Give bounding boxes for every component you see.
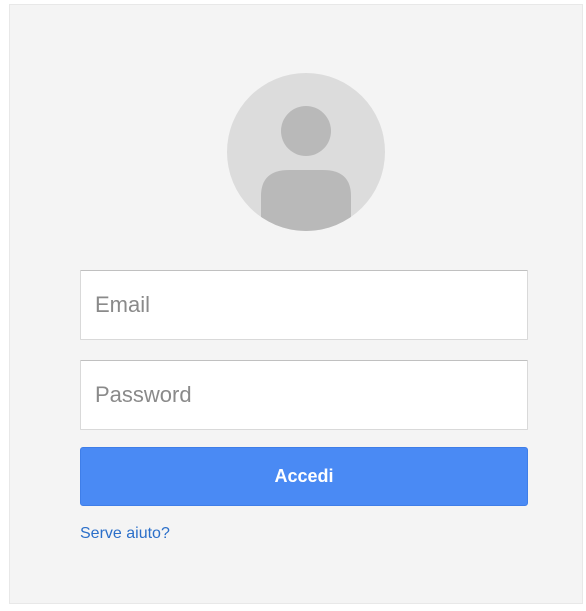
user-avatar-icon — [227, 73, 385, 231]
password-field[interactable] — [80, 360, 528, 430]
login-card: Accedi Serve aiuto? — [9, 4, 583, 604]
help-link[interactable]: Serve aiuto? — [80, 525, 170, 543]
person-silhouette-icon — [261, 106, 351, 231]
sign-in-button[interactable]: Accedi — [80, 447, 528, 506]
email-field[interactable] — [80, 270, 528, 340]
